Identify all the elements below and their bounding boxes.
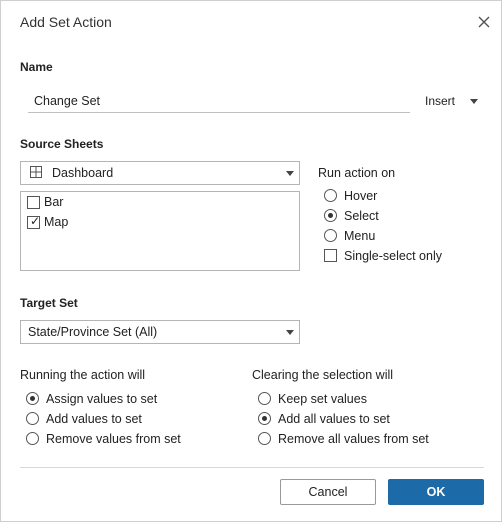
- ok-button[interactable]: OK: [388, 479, 484, 505]
- checkmark-icon: ✓: [30, 214, 41, 228]
- radio-remove-all-values[interactable]: [258, 432, 271, 445]
- radio-label-hover: Hover: [344, 189, 378, 203]
- radio-select[interactable]: [324, 209, 337, 222]
- insert-chevron-down-icon[interactable]: [470, 99, 478, 104]
- radio-menu[interactable]: [324, 229, 337, 242]
- sheet-checkbox-map[interactable]: ✓: [27, 214, 41, 229]
- radio-assign-values[interactable]: [26, 392, 39, 405]
- radio-label-add-values: Add values to set: [46, 412, 142, 426]
- running-action-label: Running the action will: [20, 368, 146, 382]
- radio-add-values[interactable]: [26, 412, 39, 425]
- target-set-selected: State/Province Set (All): [28, 325, 158, 339]
- radio-hover[interactable]: [324, 189, 337, 202]
- radio-label-add-all-values: Add all values to set: [278, 412, 390, 426]
- run-action-on-label: Run action on: [318, 166, 396, 180]
- source-sheets-dropdown[interactable]: Dashboard: [20, 161, 300, 185]
- chevron-down-icon: [286, 171, 294, 176]
- dashboard-grid-icon: [30, 166, 42, 178]
- radio-label-keep-set-values: Keep set values: [278, 392, 367, 406]
- single-select-label: Single-select only: [344, 249, 442, 263]
- target-set-label: Target Set: [20, 296, 78, 310]
- target-set-dropdown[interactable]: State/Province Set (All): [20, 320, 300, 344]
- source-sheets-label: Source Sheets: [20, 137, 104, 151]
- name-label: Name: [20, 60, 53, 74]
- name-input-value: Change Set: [34, 94, 101, 108]
- chevron-down-icon: [286, 330, 294, 335]
- close-icon[interactable]: [476, 14, 492, 30]
- name-input[interactable]: Change Set: [28, 90, 410, 113]
- source-sheets-selected: Dashboard: [52, 166, 114, 180]
- sheet-label-bar: Bar: [44, 195, 64, 209]
- radio-label-menu: Menu: [344, 229, 376, 243]
- insert-menu-label[interactable]: Insert: [425, 94, 455, 108]
- radio-label-select: Select: [344, 209, 379, 223]
- dialog-title: Add Set Action: [20, 14, 112, 30]
- radio-label-remove-all-values: Remove all values from set: [278, 432, 429, 446]
- clearing-selection-label: Clearing the selection will: [252, 368, 394, 382]
- cancel-button[interactable]: Cancel: [280, 479, 376, 505]
- radio-keep-set-values[interactable]: [258, 392, 271, 405]
- radio-remove-values[interactable]: [26, 432, 39, 445]
- radio-label-assign-values: Assign values to set: [46, 392, 158, 406]
- sheet-checkbox-bar[interactable]: [27, 196, 40, 209]
- footer-divider: [20, 467, 484, 468]
- radio-add-all-values[interactable]: [258, 412, 271, 425]
- radio-label-remove-values: Remove values from set: [46, 432, 181, 446]
- sheet-label-map: Map: [44, 215, 69, 229]
- single-select-checkbox[interactable]: [324, 249, 337, 262]
